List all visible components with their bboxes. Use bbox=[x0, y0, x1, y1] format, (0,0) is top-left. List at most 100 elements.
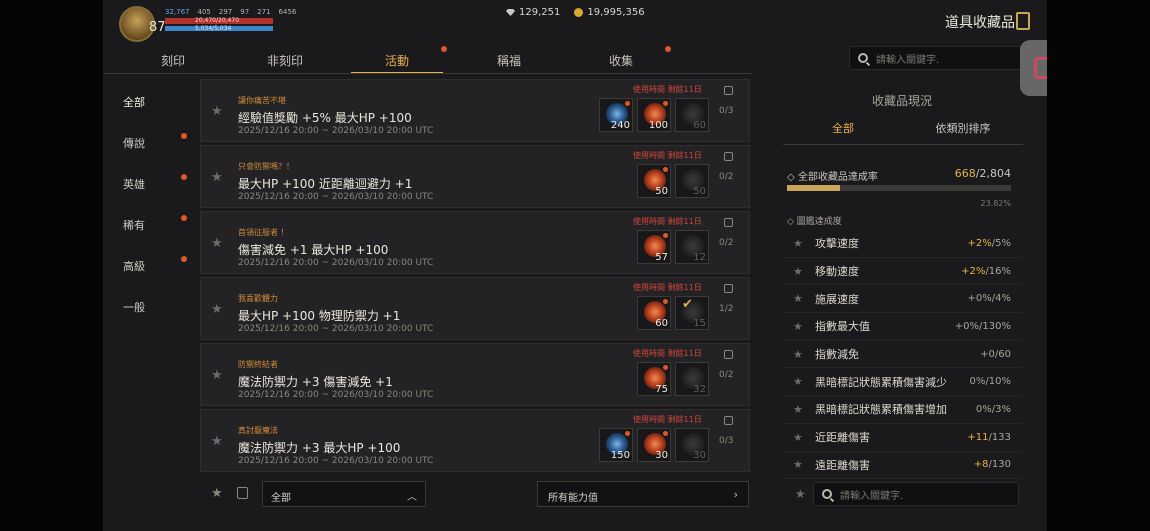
lock-icon[interactable] bbox=[724, 416, 733, 425]
rate-current: 668 bbox=[954, 167, 976, 180]
star-icon[interactable]: ★ bbox=[783, 431, 805, 444]
item-slot[interactable]: 50 bbox=[675, 164, 709, 198]
stat-row[interactable]: ★ 近距離傷害 +11/133 bbox=[783, 424, 1023, 452]
item-slot[interactable]: 32 bbox=[675, 362, 709, 396]
favorite-star-icon[interactable]: ★ bbox=[211, 434, 223, 449]
list-item[interactable]: ★ 我喜歡體力 最大HP +100 物理防禦力 +1 2025/12/16 20… bbox=[200, 277, 750, 340]
slot-quantity: 150 bbox=[610, 450, 630, 461]
collection-effect: 經驗值獎勵 +5% 最大HP +100 bbox=[238, 111, 412, 125]
favorite-star-icon[interactable]: ★ bbox=[211, 302, 223, 317]
lock-icon[interactable] bbox=[724, 218, 733, 227]
item-slot[interactable]: 60 bbox=[675, 98, 709, 132]
item-slot[interactable]: 150 bbox=[599, 428, 633, 462]
stat-search-input[interactable]: 請輸入關鍵字. bbox=[813, 482, 1019, 506]
stat-name: 黑暗標記狀態累積傷害增加 bbox=[815, 403, 947, 417]
tab-collect[interactable]: 收集 bbox=[565, 44, 677, 72]
category-normal[interactable]: 一般 bbox=[103, 285, 193, 326]
list-item[interactable]: ★ 只會防禦嗎？！ 最大HP +100 近距離迴避力 +1 2025/12/16… bbox=[200, 145, 750, 208]
category-rare[interactable]: 稀有 bbox=[103, 203, 193, 244]
item-slot[interactable]: 57 bbox=[637, 230, 671, 264]
grade-filter-select[interactable]: 全部 ︿ bbox=[262, 481, 426, 507]
stat-value: +11/133 bbox=[967, 432, 1023, 443]
lock-icon[interactable] bbox=[724, 86, 733, 95]
stat-max: /130 bbox=[988, 459, 1011, 471]
stat-name: 攻擊速度 bbox=[815, 237, 859, 251]
slot-quantity: 32 bbox=[693, 384, 706, 395]
lock-icon[interactable] bbox=[724, 350, 733, 359]
favorite-star-icon[interactable]: ★ bbox=[211, 236, 223, 251]
item-slot[interactable]: 75 bbox=[637, 362, 671, 396]
tab-label: 收集 bbox=[608, 54, 633, 68]
ability-filter-value: 所有能力值 bbox=[548, 493, 598, 504]
stat-row[interactable]: ★ 攻擊速度 +2%/5% bbox=[783, 230, 1023, 258]
category-legend[interactable]: 傳說 bbox=[103, 121, 193, 162]
stat-row[interactable]: ★ 施展速度 +0%/4% bbox=[783, 285, 1023, 314]
star-icon[interactable]: ★ bbox=[783, 375, 805, 388]
favorite-star-icon[interactable]: ★ bbox=[211, 170, 223, 185]
ability-filter-select[interactable]: 所有能力值 › bbox=[537, 481, 749, 507]
star-icon[interactable]: ★ bbox=[783, 237, 805, 250]
slot-quantity: 240 bbox=[610, 120, 630, 131]
stat-value: 0%/3% bbox=[976, 404, 1023, 415]
stat-favorite-filter-icon[interactable]: ★ bbox=[795, 487, 806, 501]
category-all[interactable]: 全部 bbox=[103, 80, 193, 121]
star-icon[interactable]: ★ bbox=[783, 292, 805, 305]
category-label: 英雄 bbox=[123, 178, 145, 191]
collection-book-icon[interactable] bbox=[1016, 12, 1030, 30]
category-advanced[interactable]: 高級 bbox=[103, 244, 193, 285]
notification-dot bbox=[181, 256, 187, 262]
lock-icon[interactable] bbox=[724, 152, 733, 161]
slot-quantity: 50 bbox=[655, 186, 668, 197]
item-slot[interactable]: 30 bbox=[637, 428, 671, 462]
stat-value: +0%/130% bbox=[955, 321, 1023, 332]
item-slot[interactable]: 12 bbox=[675, 230, 709, 264]
tab-event[interactable]: 活動 bbox=[341, 44, 453, 74]
item-slot[interactable]: 50 bbox=[637, 164, 671, 198]
list-item[interactable]: ★ 防禦終結者 魔法防禦力 +3 傷害減免 +1 2025/12/16 20:0… bbox=[200, 343, 750, 406]
collection-count: 0/2 bbox=[719, 370, 734, 380]
star-icon[interactable]: ★ bbox=[783, 458, 805, 471]
notification-dot bbox=[663, 167, 668, 172]
favorite-star-icon[interactable]: ★ bbox=[211, 104, 223, 119]
stat-row[interactable]: ★ 黑暗標記狀態累積傷害減少 0%/10% bbox=[783, 368, 1023, 397]
star-icon[interactable]: ★ bbox=[783, 403, 805, 416]
lock-filter-icon[interactable] bbox=[237, 487, 248, 499]
list-item[interactable]: ★ 真討厭魔法 魔法防禦力 +3 最大HP +100 2025/12/16 20… bbox=[200, 409, 750, 472]
stat-row[interactable]: ★ 黑暗標記狀態累積傷害增加 0%/3% bbox=[783, 396, 1023, 424]
stat-name: 黑暗標記狀態累積傷害減少 bbox=[815, 375, 947, 389]
slot-quantity: 30 bbox=[655, 450, 668, 461]
panel-tab-sort[interactable]: 依類別排序 bbox=[903, 120, 1023, 142]
category-hero[interactable]: 英雄 bbox=[103, 162, 193, 203]
favorite-filter-star-icon[interactable]: ★ bbox=[211, 486, 223, 501]
panel-tab-all[interactable]: 全部 bbox=[783, 120, 903, 142]
star-icon[interactable]: ★ bbox=[783, 265, 805, 278]
item-slot[interactable]: 30 bbox=[675, 428, 709, 462]
star-icon[interactable]: ★ bbox=[783, 320, 805, 333]
stat-row[interactable]: ★ 移動速度 +2%/16% bbox=[783, 258, 1023, 286]
collection-effect: 魔法防禦力 +3 傷害減免 +1 bbox=[238, 375, 393, 389]
item-slot[interactable]: ✔ 15 bbox=[675, 296, 709, 330]
star-icon[interactable]: ★ bbox=[783, 348, 805, 361]
tab-title[interactable]: 稱福 bbox=[453, 44, 565, 72]
tab-non-engraved[interactable]: 非刻印 bbox=[229, 44, 341, 72]
stat-name: 施展速度 bbox=[815, 292, 859, 306]
stat-max: /133 bbox=[988, 431, 1011, 443]
stat-row[interactable]: ★ 遠距離傷害 +8/130 bbox=[783, 452, 1023, 480]
stat-5: 271 bbox=[257, 8, 271, 16]
item-slot[interactable]: 240 bbox=[599, 98, 633, 132]
stats-row: 32,767 405 297 97 271 6456 bbox=[165, 8, 296, 16]
list-item[interactable]: ★ 首領征服者 ！ 傷害減免 +1 最大HP +100 2025/12/16 2… bbox=[200, 211, 750, 274]
stat-row[interactable]: ★ 指數減免 +0/60 bbox=[783, 341, 1023, 369]
stat-name: 移動速度 bbox=[815, 265, 859, 279]
item-slot[interactable]: 100 bbox=[637, 98, 671, 132]
tab-engraved[interactable]: 刻印 bbox=[117, 44, 229, 72]
notification-dot bbox=[663, 101, 668, 106]
category-label: 傳說 bbox=[123, 137, 145, 150]
list-item[interactable]: ★ 讓你痛苦不堪 經驗值獎勵 +5% 最大HP +100 2025/12/16 … bbox=[200, 79, 750, 142]
lock-icon[interactable] bbox=[724, 284, 733, 293]
stat-row[interactable]: ★ 指數最大值 +0%/130% bbox=[783, 313, 1023, 341]
item-slot[interactable]: 60 bbox=[637, 296, 671, 330]
favorite-star-icon[interactable]: ★ bbox=[211, 368, 223, 383]
search-input[interactable]: 請輸入關鍵字. bbox=[849, 46, 1039, 70]
total-rate-text: 全部收藏品達成率 bbox=[797, 172, 878, 183]
